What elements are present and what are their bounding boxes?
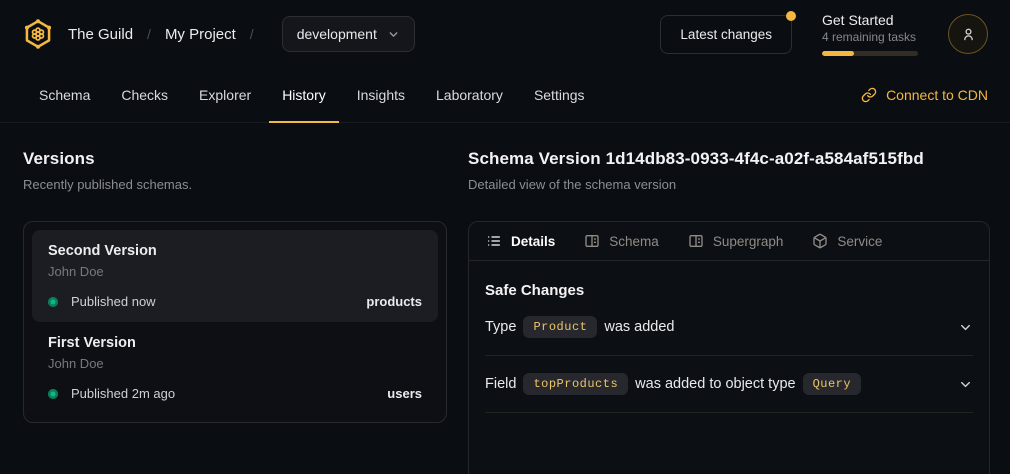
versions-title: Versions bbox=[23, 149, 447, 169]
tab-settings[interactable]: Settings bbox=[521, 68, 598, 123]
breadcrumb: The Guild / My Project / development bbox=[22, 16, 415, 52]
link-icon bbox=[861, 87, 877, 103]
published-status-icon bbox=[48, 389, 58, 399]
detail-tab-label: Details bbox=[511, 234, 555, 249]
change-text: was added bbox=[604, 319, 674, 335]
header-actions: Latest changes Get Started 4 remaining t… bbox=[660, 12, 988, 56]
columns-icon bbox=[688, 233, 704, 249]
detail-subtitle: Detailed view of the schema version bbox=[468, 177, 990, 192]
change-text: Type bbox=[485, 319, 516, 335]
tab-laboratory[interactable]: Laboratory bbox=[423, 68, 516, 123]
detail-tabbar: Details Schema Supergraph bbox=[469, 222, 989, 261]
get-started-widget[interactable]: Get Started 4 remaining tasks bbox=[822, 12, 918, 56]
change-text: Field bbox=[485, 376, 516, 392]
versions-list: Second Version John Doe Published now pr… bbox=[23, 221, 447, 423]
change-description: Field topProducts was added to object ty… bbox=[485, 373, 868, 395]
versions-subtitle: Recently published schemas. bbox=[23, 177, 447, 192]
detail-tab-details[interactable]: Details bbox=[486, 233, 555, 249]
tab-insights[interactable]: Insights bbox=[344, 68, 418, 123]
safe-changes-heading: Safe Changes bbox=[485, 282, 973, 299]
breadcrumb-separator: / bbox=[147, 26, 151, 42]
schema-version-panel: Details Schema Supergraph bbox=[468, 221, 990, 474]
target-selector-value: development bbox=[297, 26, 377, 42]
version-list-item[interactable]: Second Version John Doe Published now pr… bbox=[32, 230, 438, 322]
connect-to-cdn-label: Connect to CDN bbox=[886, 87, 988, 103]
detail-tab-label: Service bbox=[837, 234, 882, 249]
tab-explorer[interactable]: Explorer bbox=[186, 68, 264, 123]
change-text: was added to object type bbox=[635, 376, 795, 392]
breadcrumb-project[interactable]: My Project bbox=[165, 26, 236, 43]
notification-dot bbox=[786, 11, 796, 21]
chevron-down-icon bbox=[387, 28, 400, 41]
target-selector[interactable]: development bbox=[282, 16, 415, 52]
main-content: Versions Recently published schemas. Sec… bbox=[0, 123, 1010, 474]
connect-to-cdn-link[interactable]: Connect to CDN bbox=[861, 68, 988, 122]
user-icon bbox=[960, 26, 977, 43]
service-name: products bbox=[366, 294, 422, 309]
latest-changes-label: Latest changes bbox=[680, 27, 772, 42]
chevron-down-icon[interactable] bbox=[958, 377, 973, 392]
tab-schema[interactable]: Schema bbox=[26, 68, 103, 123]
detail-tab-service[interactable]: Service bbox=[812, 233, 882, 249]
get-started-title: Get Started bbox=[822, 12, 918, 28]
cube-icon bbox=[812, 233, 828, 249]
version-status-row: Published now products bbox=[48, 294, 422, 309]
breadcrumb-org[interactable]: The Guild bbox=[68, 26, 133, 43]
published-status-text: Published 2m ago bbox=[71, 386, 175, 401]
version-list-item[interactable]: First Version John Doe Published 2m ago … bbox=[32, 322, 438, 414]
detail-body: Safe Changes Type Product was added Fiel… bbox=[469, 282, 989, 413]
breadcrumb-separator: / bbox=[250, 26, 254, 42]
user-avatar-button[interactable] bbox=[948, 14, 988, 54]
detail-tab-label: Supergraph bbox=[713, 234, 784, 249]
detail-tab-schema[interactable]: Schema bbox=[584, 233, 659, 249]
detail-tab-label: Schema bbox=[609, 234, 659, 249]
version-name: First Version bbox=[48, 335, 422, 351]
latest-changes-button[interactable]: Latest changes bbox=[660, 15, 792, 54]
version-author: John Doe bbox=[48, 356, 422, 371]
chevron-down-icon[interactable] bbox=[958, 320, 973, 335]
get-started-progress-fill bbox=[822, 51, 854, 56]
service-name: users bbox=[387, 386, 422, 401]
columns-icon bbox=[584, 233, 600, 249]
tab-checks[interactable]: Checks bbox=[108, 68, 181, 123]
detail-title: Schema Version 1d14db83-0933-4f4c-a02f-a… bbox=[468, 149, 990, 169]
code-chip: topProducts bbox=[523, 373, 628, 395]
tab-history[interactable]: History bbox=[269, 68, 339, 123]
list-icon bbox=[486, 233, 502, 249]
version-author: John Doe bbox=[48, 264, 422, 279]
version-status-row: Published 2m ago users bbox=[48, 386, 422, 401]
change-row[interactable]: Type Product was added bbox=[485, 299, 973, 356]
detail-tab-supergraph[interactable]: Supergraph bbox=[688, 233, 784, 249]
detail-column: Schema Version 1d14db83-0933-4f4c-a02f-a… bbox=[468, 149, 990, 474]
app-header: The Guild / My Project / development Lat… bbox=[0, 0, 1010, 68]
published-status-text: Published now bbox=[71, 294, 156, 309]
versions-column: Versions Recently published schemas. Sec… bbox=[23, 149, 447, 474]
code-chip: Product bbox=[523, 316, 597, 338]
change-row[interactable]: Field topProducts was added to object ty… bbox=[485, 356, 973, 413]
published-status-icon bbox=[48, 297, 58, 307]
hive-logo-icon[interactable] bbox=[22, 18, 54, 50]
get-started-progress-track bbox=[822, 51, 918, 56]
primary-nav: Schema Checks Explorer History Insights … bbox=[0, 68, 1010, 123]
code-chip: Query bbox=[803, 373, 862, 395]
get-started-subtitle: 4 remaining tasks bbox=[822, 30, 918, 44]
change-description: Type Product was added bbox=[485, 316, 675, 338]
version-name: Second Version bbox=[48, 243, 422, 259]
